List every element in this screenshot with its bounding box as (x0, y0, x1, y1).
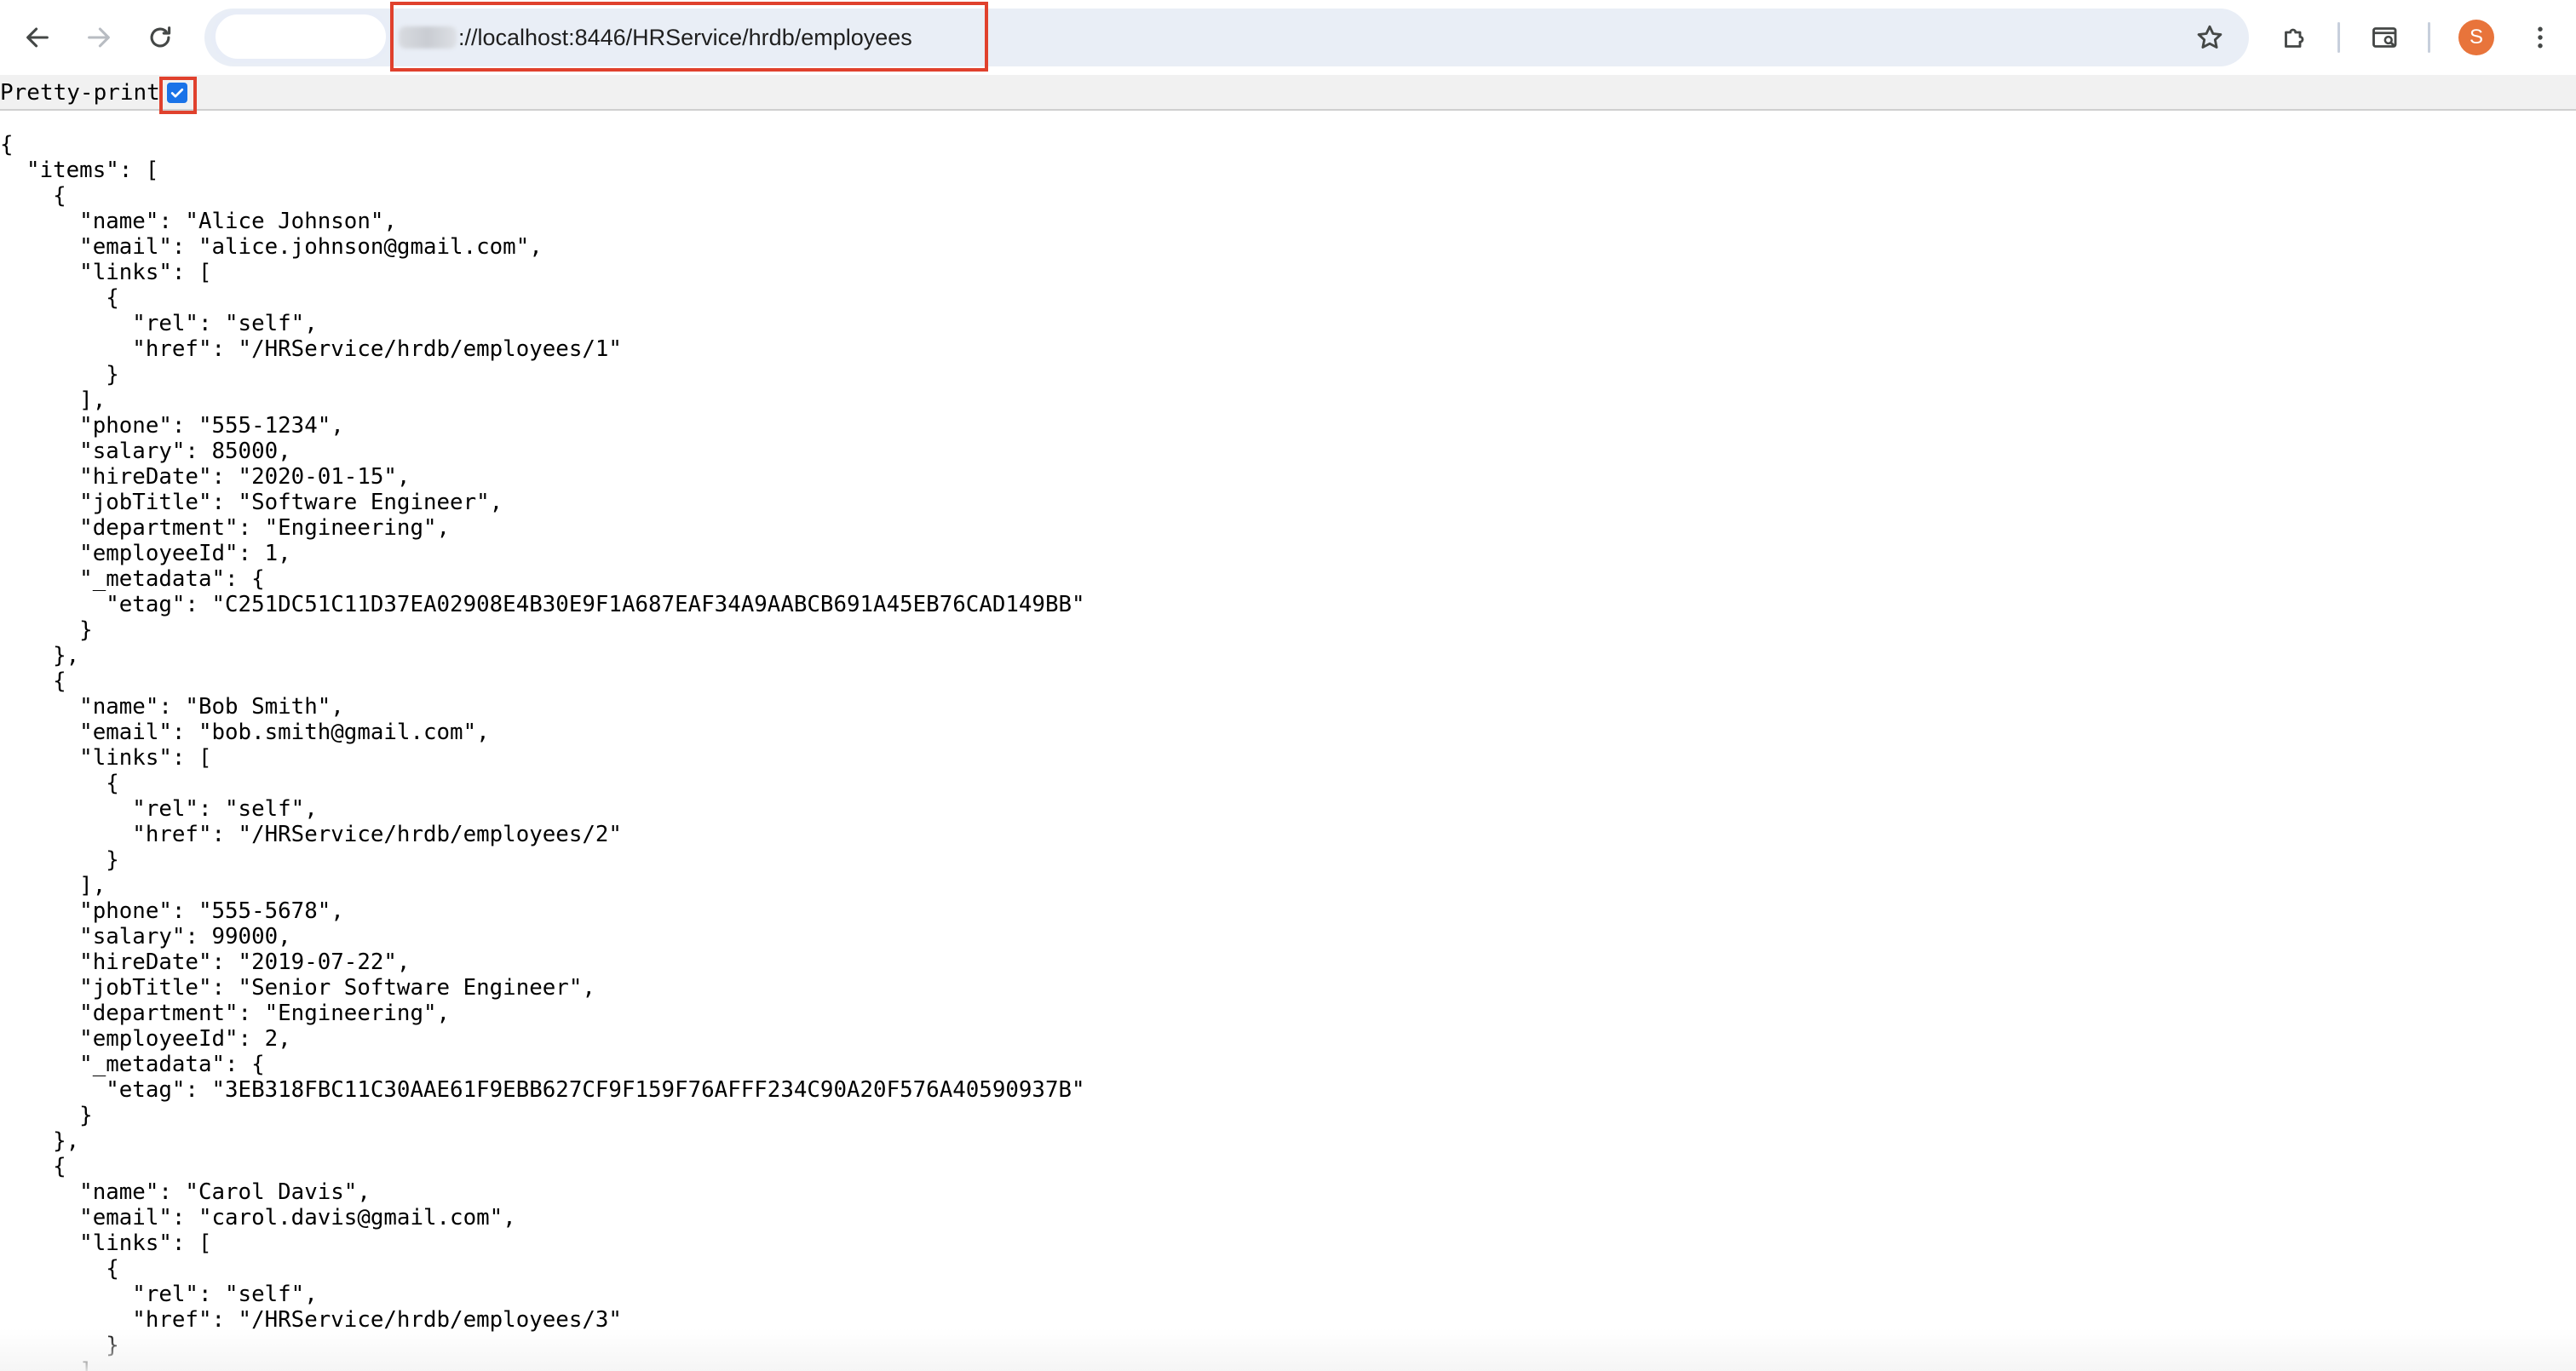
json-line: "email": "carol.davis@gmail.com", (0, 1205, 516, 1230)
json-line: "items": [ (0, 158, 159, 183)
redacted-url-scheme (399, 26, 457, 49)
json-line: } (0, 1103, 93, 1128)
json-line: "department": "Engineering", (0, 515, 451, 541)
json-line: "rel": "self", (0, 1282, 318, 1307)
json-line: "links": [ (0, 745, 212, 771)
json-line: "name": "Bob Smith", (0, 694, 344, 720)
json-line: }, (0, 643, 80, 668)
kebab-menu-icon (2538, 26, 2543, 49)
browser-toolbar: ://localhost:8446/HRService/hrdb/employe… (0, 0, 2576, 75)
json-line: "email": "alice.johnson@gmail.com", (0, 234, 543, 260)
forward-button[interactable] (77, 15, 121, 60)
profile-avatar[interactable]: S (2458, 20, 2494, 55)
json-line: } (0, 617, 93, 643)
json-line: { (0, 668, 66, 694)
json-line: "links": [ (0, 1230, 212, 1256)
extensions-button[interactable] (2273, 15, 2317, 60)
json-line: { (0, 771, 119, 796)
json-line: "_metadata": { (0, 1052, 265, 1077)
json-line: "rel": "self", (0, 311, 318, 336)
json-line: { (0, 1154, 66, 1179)
json-line: "href": "/HRService/hrdb/employees/3" (0, 1307, 622, 1333)
json-line: "_metadata": { (0, 566, 265, 592)
json-line: } (0, 1333, 119, 1358)
json-line: ], (0, 387, 106, 413)
json-line: "phone": "555-5678", (0, 898, 344, 924)
forward-arrow-icon (88, 27, 110, 48)
json-line: { (0, 285, 119, 311)
json-line: { (0, 132, 14, 158)
back-arrow-icon (26, 27, 49, 48)
json-line: "name": "Carol Davis", (0, 1179, 371, 1205)
browser-menu-button[interactable] (2518, 15, 2562, 60)
json-line: "employeeId": 2, (0, 1026, 291, 1052)
json-line: { (0, 183, 66, 209)
json-line: }, (0, 1128, 80, 1154)
star-icon (2197, 25, 2222, 49)
pretty-print-checkbox[interactable] (167, 83, 187, 103)
site-info-chip[interactable] (211, 10, 390, 63)
json-line: "jobTitle": "Senior Software Engineer", (0, 975, 595, 1001)
json-line: "href": "/HRService/hrdb/employees/1" (0, 336, 622, 362)
pretty-print-label: Pretty-print (0, 80, 160, 106)
json-line: } (0, 362, 119, 387)
json-line: "rel": "self", (0, 796, 318, 822)
reload-icon (150, 26, 171, 48)
json-content: { "items": [ { "name": "Alice Johnson", … (0, 132, 1085, 1371)
json-line: } (0, 847, 119, 873)
bookmark-star-button[interactable] (2188, 15, 2232, 60)
toolbar-divider (2428, 22, 2430, 53)
json-line: ], (0, 873, 106, 898)
json-line: "employeeId": 1, (0, 541, 291, 566)
json-line: { (0, 1256, 119, 1282)
tab-search-button[interactable] (2363, 15, 2407, 60)
url-text[interactable]: ://localhost:8446/HRService/hrdb/employe… (399, 20, 912, 54)
json-line: "salary": 85000, (0, 439, 291, 464)
back-button[interactable] (15, 15, 60, 60)
json-line: "name": "Alice Johnson", (0, 209, 397, 234)
json-line: "href": "/HRService/hrdb/employees/2" (0, 822, 622, 847)
json-line: ], (0, 1358, 106, 1371)
tab-search-icon (2372, 27, 2397, 48)
json-line: "hireDate": "2020-01-15", (0, 464, 411, 490)
json-line: "phone": "555-1234", (0, 413, 344, 439)
checkmark-icon (170, 88, 184, 98)
json-line: "links": [ (0, 260, 212, 285)
json-line: "email": "bob.smith@gmail.com", (0, 720, 490, 745)
json-line: "hireDate": "2019-07-22", (0, 949, 411, 975)
toolbar-divider (2337, 22, 2340, 53)
json-line: "etag": "3EB318FBC11C30AAE61F9EBB627CF9F… (0, 1077, 1085, 1103)
json-line: "salary": 99000, (0, 924, 291, 949)
json-line: "department": "Engineering", (0, 1001, 451, 1026)
pretty-print-bar: Pretty-print (0, 75, 2576, 111)
json-line: "jobTitle": "Software Engineer", (0, 490, 503, 515)
json-line: "etag": "C251DC51C11D37EA02908E4B30E9F1A… (0, 592, 1085, 617)
url-path: ://localhost:8446/HRService/hrdb/employe… (458, 25, 912, 50)
puzzle-icon (2285, 28, 2304, 48)
reload-button[interactable] (138, 15, 182, 60)
